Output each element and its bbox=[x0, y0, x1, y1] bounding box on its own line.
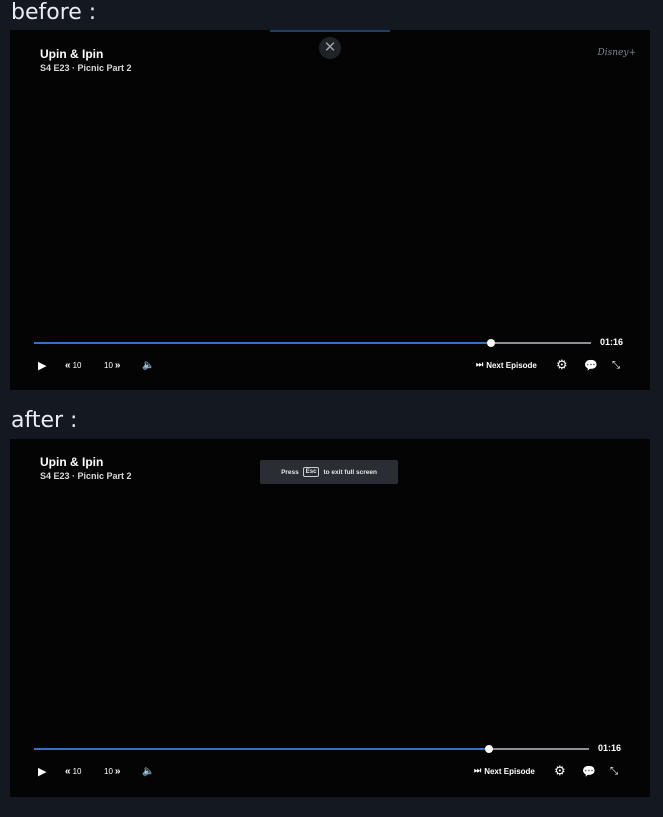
gear-icon: ⚙ bbox=[554, 763, 566, 778]
subtitles-icon: 💬 bbox=[582, 765, 596, 778]
toast-message: to exit full screen bbox=[323, 468, 377, 476]
episode-subtitle: S4 E23 · Picnic Part 2 bbox=[40, 471, 132, 481]
close-button[interactable]: ✕ bbox=[319, 37, 341, 59]
progress-knob[interactable] bbox=[485, 745, 494, 753]
exit-fullscreen-button[interactable]: ⤡ bbox=[612, 357, 620, 373]
next-episode-label: Next Episode bbox=[484, 766, 535, 776]
next-episode-label: Next Episode bbox=[486, 360, 537, 370]
control-bar: ▶ « 10 10 » 🔈 ⏭ Next Episode ⚙ 💬 ⤡ bbox=[10, 357, 650, 373]
volume-icon: 🔈 bbox=[142, 359, 155, 371]
top-accent-bar bbox=[270, 30, 390, 32]
time-remaining: 01:16 bbox=[600, 337, 624, 347]
forward-label: 10 bbox=[104, 360, 113, 370]
rewind-10-button[interactable]: « 10 bbox=[65, 763, 81, 779]
forward-10-button[interactable]: 10 » bbox=[104, 357, 120, 373]
progress-knob[interactable] bbox=[486, 339, 495, 347]
volume-button[interactable]: 🔈 bbox=[142, 763, 154, 779]
progress-bar[interactable] bbox=[34, 745, 589, 753]
skip-next-icon: ⏭ bbox=[474, 766, 482, 775]
video-player-before[interactable]: Upin & Ipin S4 E23 · Picnic Part 2 ✕ Dis… bbox=[10, 30, 650, 390]
toast-press: Press bbox=[281, 468, 299, 476]
rewind-icon: « bbox=[65, 765, 71, 777]
exit-fullscreen-icon: ⤡ bbox=[610, 765, 618, 777]
play-icon: ▶ bbox=[38, 765, 47, 778]
rewind-label: 10 bbox=[72, 360, 82, 370]
skip-next-icon: ⏭ bbox=[476, 360, 484, 369]
progress-bar[interactable] bbox=[34, 339, 591, 347]
exit-fullscreen-icon: ⤡ bbox=[612, 359, 620, 371]
show-title: Upin & Ipin bbox=[40, 47, 104, 61]
play-button[interactable]: ▶ bbox=[38, 357, 46, 373]
progress-fill bbox=[34, 342, 491, 344]
gear-icon: ⚙ bbox=[556, 357, 568, 372]
episode-subtitle: S4 E23 · Picnic Part 2 bbox=[40, 63, 132, 73]
rewind-icon: « bbox=[65, 359, 71, 371]
video-player-after[interactable]: Upin & Ipin S4 E23 · Picnic Part 2 Press… bbox=[10, 439, 650, 797]
forward-icon: » bbox=[114, 359, 121, 371]
after-label: after : bbox=[11, 408, 78, 433]
time-remaining: 01:16 bbox=[598, 743, 622, 753]
next-episode-button[interactable]: ⏭ Next Episode bbox=[476, 357, 537, 373]
subtitles-button[interactable]: 💬 bbox=[582, 763, 596, 779]
forward-icon: » bbox=[114, 765, 121, 777]
control-bar: ▶ « 10 10 » 🔈 ⏭ Next Episode ⚙ 💬 ⤡ bbox=[10, 763, 650, 779]
rewind-10-button[interactable]: « 10 bbox=[65, 357, 81, 373]
volume-icon: 🔈 bbox=[142, 765, 155, 777]
play-button[interactable]: ▶ bbox=[38, 763, 46, 779]
next-episode-button[interactable]: ⏭ Next Episode bbox=[474, 763, 535, 779]
subtitles-button[interactable]: 💬 bbox=[584, 357, 598, 373]
esc-key: Esc bbox=[302, 467, 320, 477]
settings-button[interactable]: ⚙ bbox=[556, 357, 568, 373]
forward-10-button[interactable]: 10 » bbox=[104, 763, 120, 779]
forward-label: 10 bbox=[104, 766, 113, 776]
settings-button[interactable]: ⚙ bbox=[554, 763, 566, 779]
progress-fill bbox=[34, 748, 490, 750]
before-label: before : bbox=[11, 0, 97, 25]
rewind-label: 10 bbox=[72, 766, 82, 776]
show-title: Upin & Ipin bbox=[40, 455, 104, 469]
subtitles-icon: 💬 bbox=[584, 359, 598, 372]
disney-plus-logo: Disney+ bbox=[597, 48, 636, 58]
exit-fullscreen-button[interactable]: ⤡ bbox=[610, 763, 618, 779]
close-icon: ✕ bbox=[323, 39, 337, 56]
play-icon: ▶ bbox=[38, 359, 47, 372]
fullscreen-toast: Press Esc to exit full screen bbox=[260, 460, 398, 484]
volume-button[interactable]: 🔈 bbox=[142, 357, 154, 373]
